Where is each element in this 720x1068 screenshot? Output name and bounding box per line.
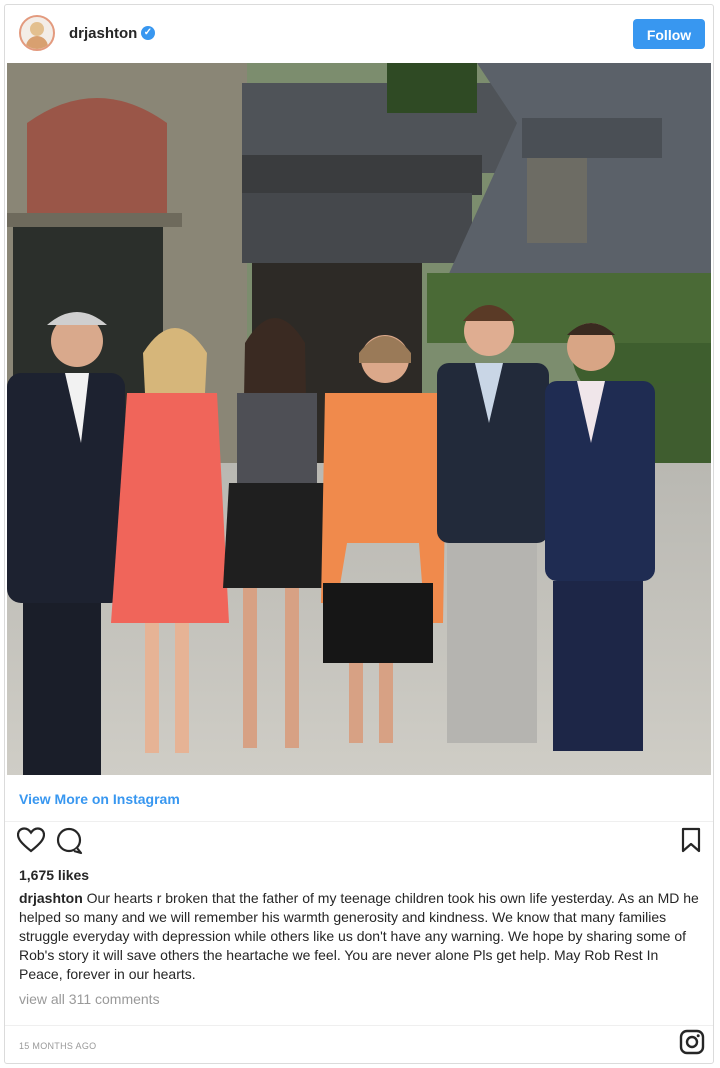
view-more-link[interactable]: View More on Instagram bbox=[19, 791, 180, 807]
follow-button[interactable]: Follow bbox=[633, 19, 705, 49]
instagram-logo-icon[interactable] bbox=[679, 1029, 705, 1055]
username-link[interactable]: drjashton bbox=[69, 25, 137, 42]
post-header: drjashton ✓ Follow bbox=[5, 5, 713, 63]
view-comments-link[interactable]: view all 311 comments bbox=[19, 991, 160, 1007]
caption-username[interactable]: drjashton bbox=[19, 890, 83, 906]
post-photo[interactable] bbox=[7, 63, 711, 775]
avatar-body bbox=[26, 36, 48, 49]
instagram-post-card: drjashton ✓ Follow View More on Instagra… bbox=[4, 4, 714, 1064]
likes-count[interactable]: 1,675 likes bbox=[19, 867, 89, 883]
footer-divider bbox=[5, 1025, 713, 1026]
view-more-row: View More on Instagram bbox=[5, 777, 713, 822]
post-timestamp: 15 MONTHS AGO bbox=[19, 1041, 97, 1051]
avatar[interactable] bbox=[19, 15, 55, 51]
heart-icon[interactable] bbox=[17, 827, 45, 853]
family-photo-illustration bbox=[7, 63, 711, 775]
avatar-head bbox=[30, 22, 44, 36]
caption-text: Our hearts r broken that the father of m… bbox=[19, 890, 699, 982]
post-caption: drjashton Our hearts r broken that the f… bbox=[19, 889, 703, 984]
bookmark-icon[interactable] bbox=[681, 827, 701, 853]
verified-badge-icon: ✓ bbox=[141, 26, 155, 40]
comment-icon[interactable] bbox=[55, 827, 83, 855]
